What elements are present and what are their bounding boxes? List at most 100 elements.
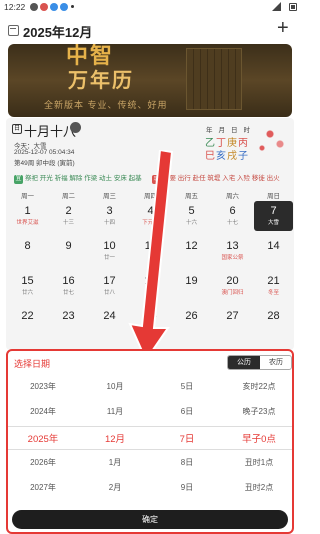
picker-day-option[interactable]: 9日 — [152, 482, 222, 493]
weekday-label: 周二 — [62, 193, 75, 200]
day-cell[interactable]: 23 — [49, 306, 88, 336]
ganzhi-char: 亥 — [216, 151, 227, 162]
yinyang-icon — [70, 122, 81, 133]
day-cell[interactable]: 16 廿七 — [49, 271, 88, 301]
day-number: 21 — [267, 275, 280, 287]
picker-month-option[interactable]: 11月 — [80, 406, 150, 417]
ganzhi-char: 子 — [238, 151, 249, 162]
picker-day-option[interactable]: 7日 — [152, 431, 222, 445]
more-notifications-icon — [71, 5, 74, 8]
day-number: 13 — [226, 240, 239, 252]
notification-icon — [50, 3, 58, 11]
notification-icon — [40, 3, 48, 11]
ganzhi-char: 戌 — [227, 151, 238, 162]
day-cell[interactable]: 8 — [8, 236, 47, 266]
day-number: 1 — [24, 205, 31, 217]
ganzhi-branches: 巳亥戌子 — [205, 147, 249, 162]
day-number: 6 — [229, 205, 236, 217]
picker-month-option[interactable]: 2月 — [80, 482, 150, 493]
promo-banner[interactable]: 中智 万年历 全新版本 专业、传统、好用 — [8, 44, 292, 117]
picker-hour-option[interactable]: 晚子23点 — [224, 406, 294, 417]
day-subtitle: 廿七 — [62, 290, 74, 296]
arrow-annotation — [128, 150, 174, 360]
day-number: 15 — [21, 275, 34, 287]
picker-month-option[interactable]: 10月 — [80, 381, 150, 392]
date-picker-sheet: 选择日期 公历 农历 2023年 2024年 2025年 2026年 2027年 10月 1… — [6, 349, 294, 534]
day-number: 8 — [24, 240, 31, 252]
chevron-down-icon[interactable]: ▾ — [86, 23, 91, 34]
picker-hour-option[interactable]: 早子0点 — [224, 431, 294, 445]
week-info: 第49周 卯中段 (寅前) — [14, 160, 75, 167]
day-number: 2 — [65, 205, 72, 217]
signal-icon — [272, 2, 281, 11]
status-bar: 12:22 — [0, 0, 300, 14]
current-datetime: 2025-12-07 05:04:34 — [14, 149, 75, 156]
day-cell[interactable]: 22 — [8, 306, 47, 336]
status-time: 12:22 — [4, 2, 26, 12]
day-number: 16 — [62, 275, 75, 287]
confirm-button[interactable]: 确定 — [12, 510, 288, 529]
day-subtitle: 国家公祭 — [221, 255, 244, 261]
plus-icon[interactable]: + — [277, 17, 289, 40]
ji-text: 嫁娶 出行 赴任 筑堤 入宅 入殓 移徙 出火 — [163, 175, 280, 182]
ganzhi-header: 年月日时 — [206, 127, 256, 134]
picker-year-option[interactable]: 2027年 — [8, 482, 78, 493]
weekday-label: 周日 — [267, 193, 280, 200]
day-cell[interactable]: 1 世界艾滋 — [8, 201, 47, 231]
yi-badge: 宜 — [14, 175, 23, 184]
banner-subtitle: 万年历 — [68, 70, 134, 92]
notification-icon — [60, 3, 68, 11]
picker-hour-option[interactable]: 丑时2点 — [224, 482, 294, 493]
solar-tab[interactable]: 公历 — [228, 356, 260, 369]
picker-year-option[interactable]: 2026年 — [8, 457, 78, 468]
selection-divider-bottom — [8, 449, 292, 450]
day-cell[interactable]: 15 廿六 — [8, 271, 47, 301]
day-number: 14 — [267, 240, 280, 252]
picker-day-option[interactable]: 6日 — [152, 406, 222, 417]
selection-divider-top — [8, 426, 292, 427]
day-cell[interactable]: 21 冬至 — [254, 271, 293, 301]
calendar-icon[interactable] — [8, 25, 19, 36]
day-subtitle: 澳门回归 — [221, 290, 244, 296]
day-cell[interactable]: 6 十七 — [213, 201, 252, 231]
day-subtitle: 冬至 — [267, 290, 279, 296]
picker-year-option[interactable]: 2023年 — [8, 381, 78, 392]
day-subtitle: 十三 — [62, 220, 74, 226]
day-number: 9 — [65, 240, 72, 252]
book-illustration — [186, 48, 242, 110]
picker-month-option[interactable]: 1月 — [80, 457, 150, 468]
lunar-tab[interactable]: 农历 — [260, 356, 291, 369]
picker-day-option[interactable]: 5日 — [152, 381, 222, 392]
month-title[interactable]: 2025年12月 — [23, 22, 92, 41]
day-cell[interactable]: 7 大雪 — [254, 201, 293, 231]
ganzhi-char: 巳 — [205, 151, 216, 162]
day-number: 7 — [270, 205, 277, 217]
day-subtitle: 世界艾滋 — [16, 220, 39, 226]
day-cell[interactable]: 13 国家公祭 — [213, 236, 252, 266]
day-number: 28 — [267, 310, 280, 322]
top-bar: 2025年12月 ▾ + — [0, 14, 300, 46]
picker-month-option[interactable]: 12月 — [80, 431, 150, 445]
day-number: 23 — [62, 310, 75, 322]
calendar-type-toggle: 公历 农历 — [227, 355, 292, 370]
picker-hour-option[interactable]: 丑时1点 — [224, 457, 294, 468]
day-number: 20 — [226, 275, 239, 287]
lunar-date: 十月十八 — [24, 124, 77, 139]
day-cell[interactable]: 28 — [254, 306, 293, 336]
picker-title: 选择日期 — [14, 359, 51, 369]
day-cell[interactable]: 20 澳门回归 — [213, 271, 252, 301]
picker-year-option[interactable]: 2025年 — [8, 431, 78, 445]
day-subtitle: 大雪 — [267, 220, 279, 226]
notification-icon — [30, 3, 38, 11]
day-cell[interactable]: 27 — [213, 306, 252, 336]
day-cell[interactable]: 2 十三 — [49, 201, 88, 231]
picker-year-option[interactable]: 2024年 — [8, 406, 78, 417]
picker-hour-option[interactable]: 亥时22点 — [224, 381, 294, 392]
picker-day-option[interactable]: 8日 — [152, 457, 222, 468]
day-cell[interactable]: 9 — [49, 236, 88, 266]
banner-tagline: 全新版本 专业、传统、好用 — [44, 100, 168, 110]
battery-icon — [289, 3, 297, 11]
day-cell[interactable]: 14 — [254, 236, 293, 266]
day-subtitle: 十七 — [226, 220, 238, 226]
day-badge: 日 — [12, 124, 22, 134]
